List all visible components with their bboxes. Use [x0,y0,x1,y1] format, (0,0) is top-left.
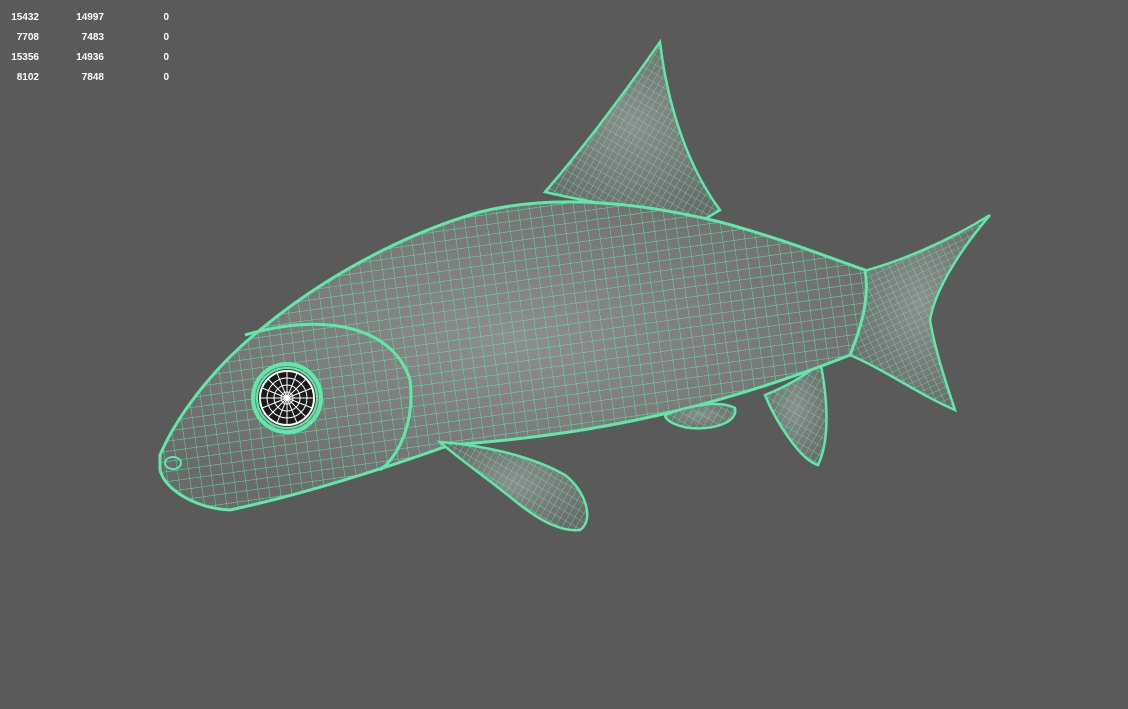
tail-fin [848,213,991,413]
3d-viewport[interactable]: 15432 14997 0 7708 7483 0 15356 14936 0 … [0,0,1128,709]
dorsal-fin [542,38,722,224]
eye-mesh-selected[interactable] [251,362,323,434]
pectoral-fin [436,440,589,532]
fish-wireframe-mesh[interactable] [0,0,1128,709]
